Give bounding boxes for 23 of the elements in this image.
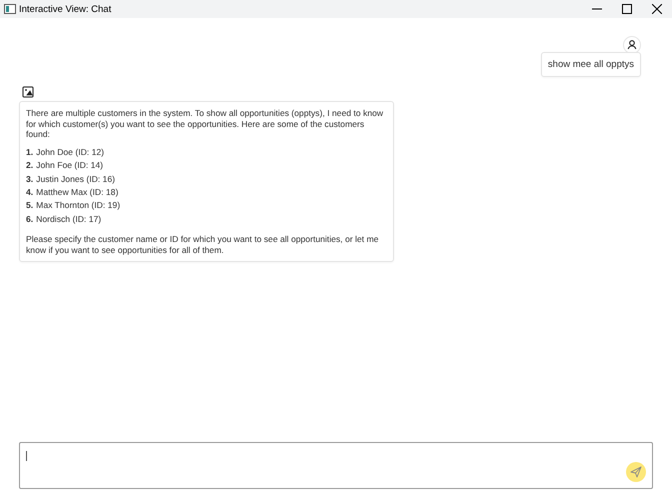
window-title: Interactive View: Chat [19, 4, 112, 14]
list-number: 2. [26, 160, 34, 172]
message-text: There are multiple customers in the system. To show all opportunities (opptys), I need to know for which customer(s) you want to see the opportunities. Here are some of the customers found: [26, 108, 384, 140]
message-text: Please specify the customer name or ID for which you want to see all opportunities, or let me know if you want to see opportunities for all of them. [26, 234, 380, 256]
list-item-text: Justin Jones (ID: 16) [36, 174, 115, 186]
bot-avatar-icon [22, 86, 34, 98]
app-icon [4, 4, 16, 14]
maximize-icon [622, 4, 632, 14]
list-number: 5. [26, 200, 34, 212]
list-number: 1. [26, 146, 34, 159]
list-item-text: Matthew Max (ID: 18) [36, 186, 118, 199]
list-item-text: Max Thornton (ID: 19) [36, 200, 120, 212]
user-message: show mee all opptys [540, 52, 641, 77]
send-icon [630, 466, 642, 478]
list-number: 3. [26, 174, 34, 186]
close-icon [652, 4, 662, 14]
list-number: 6. [26, 214, 34, 226]
list-item-text: Nordisch (ID: 17) [36, 214, 102, 226]
message-input-field[interactable] [19, 442, 653, 489]
list-item-text: John Foe (ID: 14) [36, 160, 104, 172]
list-number: 4. [26, 186, 34, 199]
send-button[interactable] [626, 462, 646, 482]
list-item-text: John Doe (ID: 12) [36, 146, 104, 159]
